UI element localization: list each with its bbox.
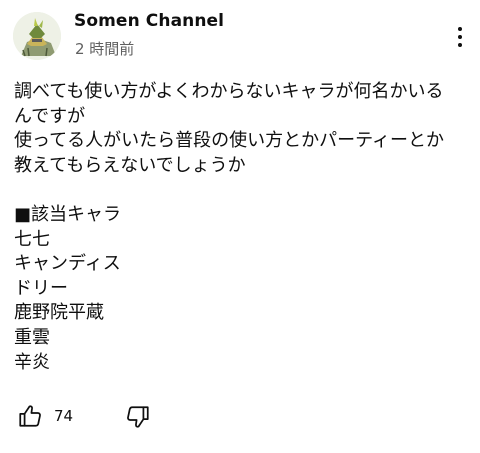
post-actions: 74 [0, 400, 480, 434]
body-line: 重雲 [14, 326, 50, 348]
more-vert-icon-dot-2 [458, 35, 462, 39]
post-body: 調べても使い方がよくわからないキャラが何名かいる んですが 使ってる人がいたら普… [14, 80, 474, 375]
body-line: 教えてもらえないでしょうか [14, 154, 246, 176]
more-vert-icon [458, 27, 462, 31]
body-line: 七七 [14, 228, 50, 250]
body-line: 辛炎 [14, 351, 50, 373]
like-button[interactable] [17, 403, 43, 429]
body-line: んですが [14, 105, 86, 127]
body-line-blank [14, 178, 474, 203]
body-line: 使ってる人がいたら普段の使い方とかパーティーとか [14, 130, 445, 152]
body-line: ■該当キャラ [14, 203, 122, 225]
dislike-button[interactable] [125, 404, 151, 430]
like-count: 74 [54, 407, 74, 425]
more-options-button[interactable] [448, 23, 472, 51]
body-line: キャンディス [14, 253, 121, 275]
thumbs-down-icon [127, 406, 149, 428]
channel-avatar[interactable] [13, 12, 61, 60]
body-line: 調べても使い方がよくわからないキャラが何名かいる [14, 81, 444, 102]
channel-avatar-icon [13, 12, 61, 60]
thumbs-up-icon [19, 405, 41, 427]
body-line: ドリー [14, 277, 68, 299]
body-line: 鹿野院平蔵 [14, 302, 104, 324]
more-vert-icon-dot-3 [458, 43, 462, 47]
community-post: Somen Channel 2 時間前 調べても使い方がよくわからないキャラが何… [0, 0, 480, 453]
channel-name[interactable]: Somen Channel [74, 11, 224, 31]
post-timestamp[interactable]: 2 時間前 [75, 38, 134, 59]
